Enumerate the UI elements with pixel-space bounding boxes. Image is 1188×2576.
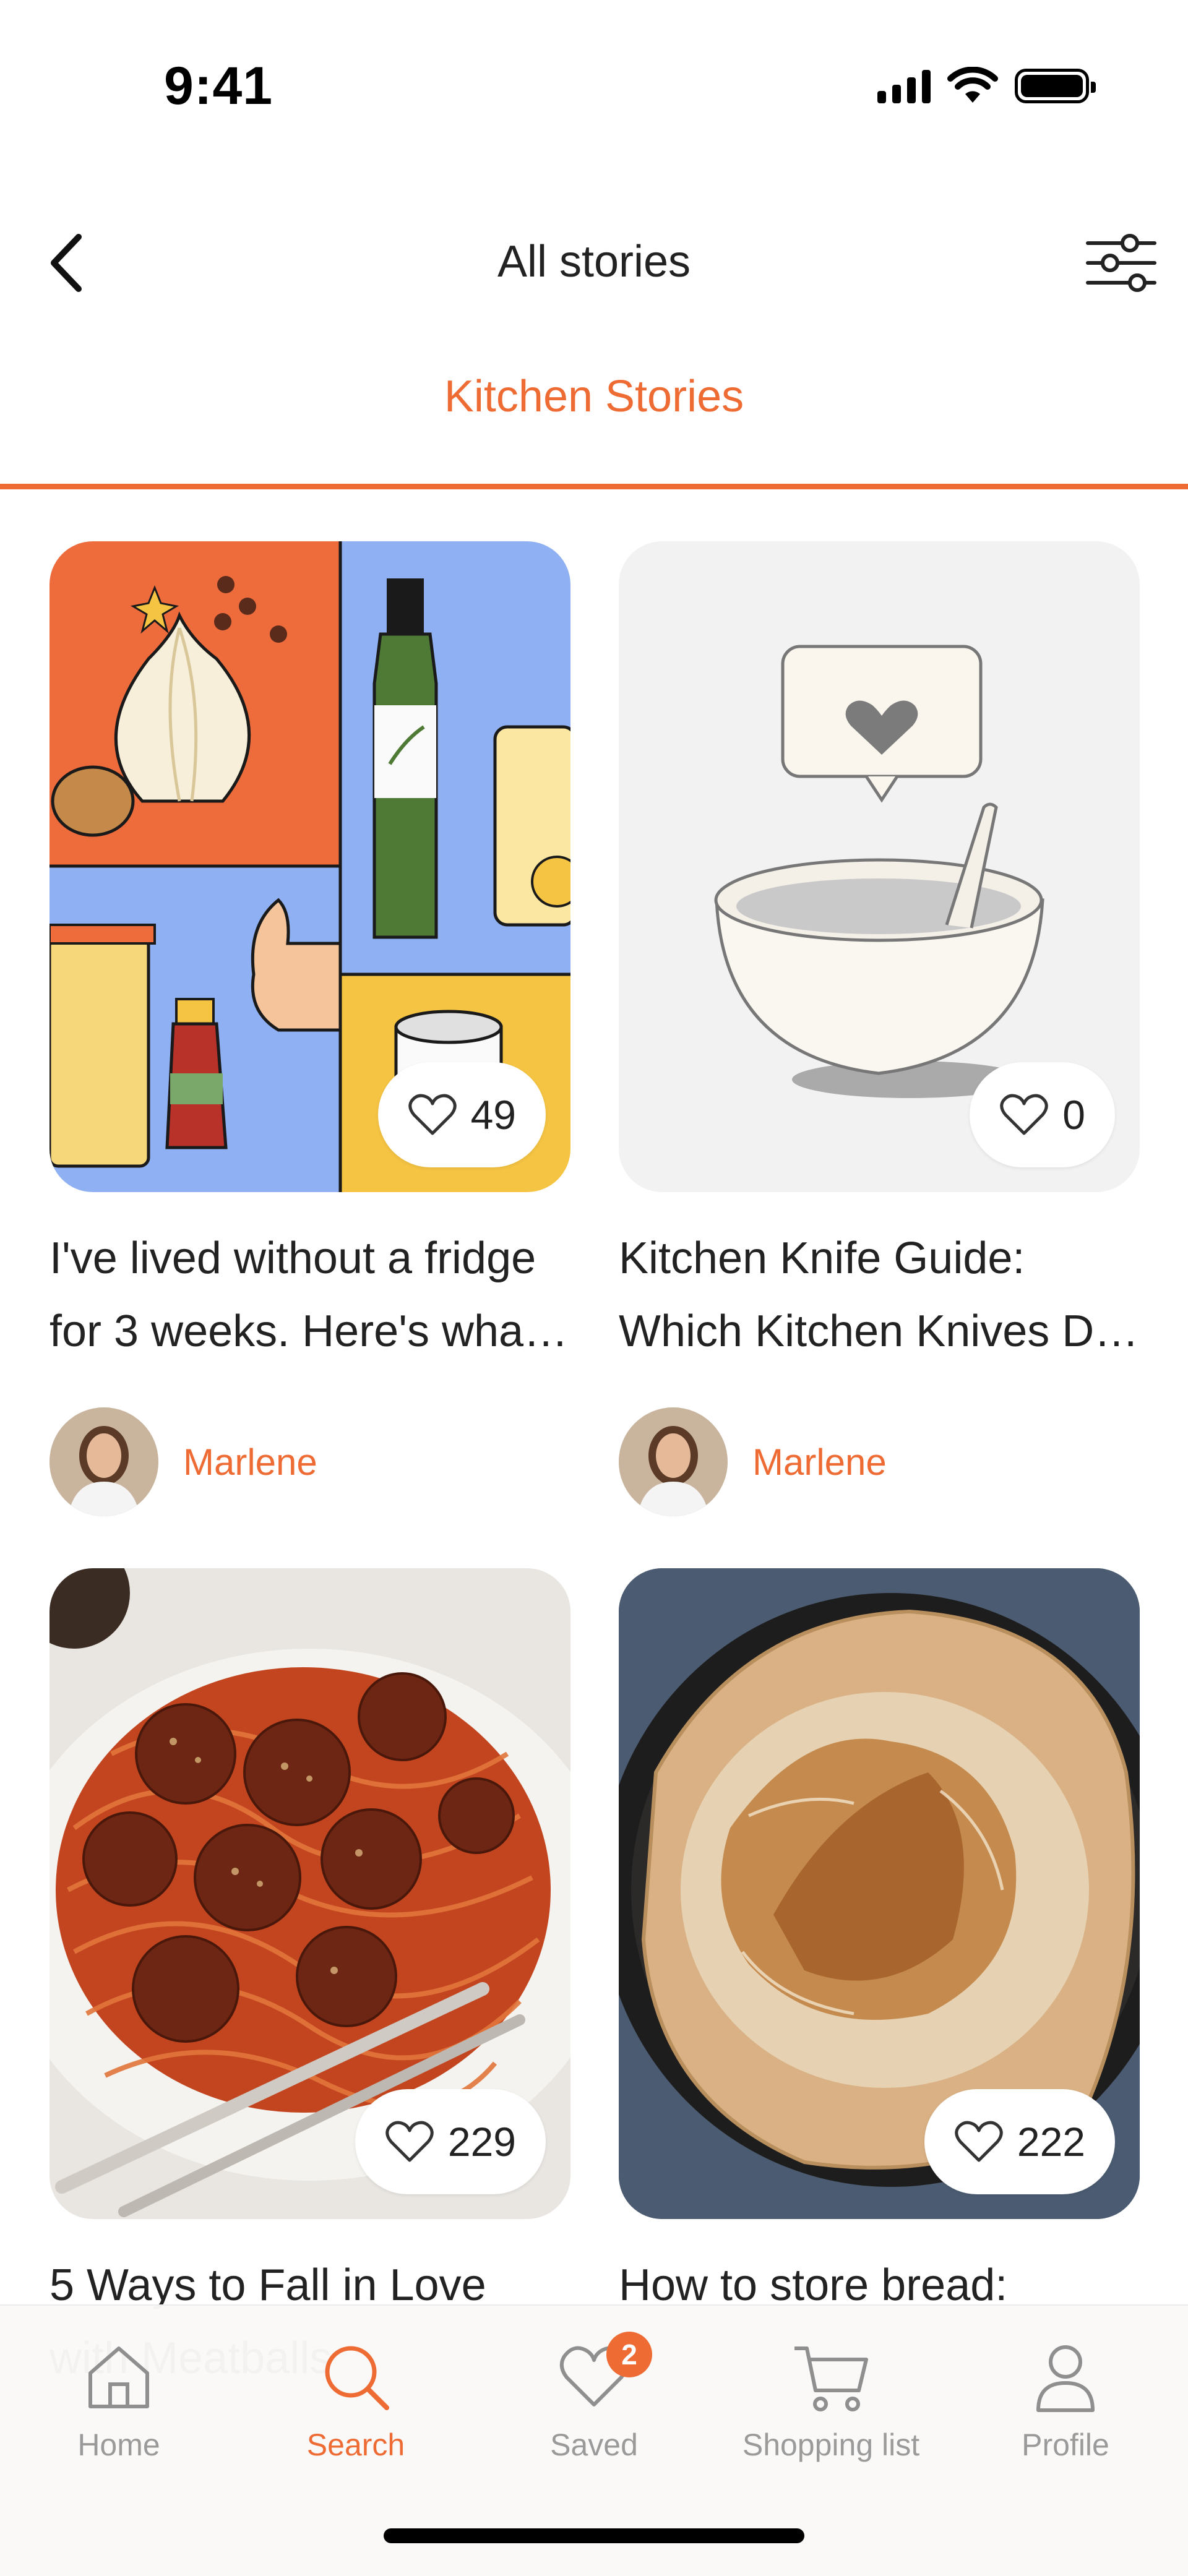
story-author[interactable]: Marlene — [50, 1407, 317, 1516]
story-image-bread-in-pot-photo[interactable]: 222 — [619, 1568, 1140, 2219]
avatar[interactable] — [619, 1407, 728, 1516]
tab-indicator — [0, 484, 1188, 489]
like-count: 222 — [1017, 2119, 1085, 2165]
story-author[interactable]: Marlene — [619, 1407, 887, 1516]
tab-kitchen-stories[interactable]: Kitchen Stories — [0, 371, 1188, 422]
page-title: All stories — [497, 237, 691, 286]
author-name[interactable]: Marlene — [752, 1441, 887, 1483]
home-indicator[interactable] — [384, 2528, 804, 2543]
tab-label: Home — [77, 2428, 160, 2462]
tab-home[interactable]: Home — [26, 2330, 212, 2463]
tab-search[interactable]: Search — [263, 2330, 449, 2463]
story-image-pantry-illustration[interactable]: 49 — [50, 541, 570, 1192]
cellular-signal-icon — [877, 69, 931, 103]
tab-label: Shopping list — [742, 2428, 920, 2462]
like-button[interactable]: 49 — [377, 1062, 546, 1167]
tab-label: Saved — [550, 2428, 638, 2462]
story-title[interactable]: Kitchen Knife Guide: Which Kitchen Knive… — [619, 1222, 1140, 1368]
story-image-bowl-illustration[interactable]: 0 — [619, 541, 1140, 1192]
status-bar: 9:41 — [0, 0, 1188, 142]
tab-saved[interactable]: 2 Saved — [501, 2330, 687, 2463]
like-button[interactable]: 0 — [970, 1062, 1115, 1167]
like-count: 49 — [470, 1092, 516, 1138]
wifi-icon — [947, 67, 998, 103]
status-time: 9:41 — [164, 56, 273, 116]
notification-badge: 2 — [606, 2332, 652, 2377]
filter-button[interactable] — [1085, 229, 1160, 297]
home-icon — [88, 2346, 149, 2408]
tab-shopping-list[interactable]: Shopping list — [738, 2330, 924, 2463]
like-count: 0 — [1062, 1092, 1085, 1138]
like-button[interactable]: 222 — [924, 2089, 1115, 2194]
sliders-icon — [1086, 234, 1156, 292]
story-title[interactable]: I've lived without a fridge for 3 weeks.… — [50, 1222, 570, 1368]
heart-outline-icon — [1000, 1094, 1049, 1135]
navigation-bar: All stories — [0, 204, 1188, 328]
heart-outline-icon — [955, 2121, 1003, 2162]
tab-label: Profile — [1022, 2428, 1109, 2462]
like-count: 229 — [447, 2119, 516, 2165]
author-name[interactable]: Marlene — [183, 1441, 317, 1483]
search-icon — [325, 2346, 389, 2410]
heart-outline-icon — [408, 1094, 457, 1135]
heart-outline-icon — [385, 2121, 434, 2162]
like-button[interactable]: 229 — [355, 2089, 546, 2194]
cart-icon — [794, 2346, 868, 2411]
tab-profile[interactable]: Profile — [973, 2330, 1158, 2463]
avatar[interactable] — [50, 1407, 158, 1516]
story-image-spaghetti-meatballs-photo[interactable]: 229 — [50, 1568, 570, 2219]
tab-label: Search — [306, 2428, 405, 2462]
battery-icon — [1015, 69, 1096, 103]
person-icon — [1036, 2345, 1095, 2412]
